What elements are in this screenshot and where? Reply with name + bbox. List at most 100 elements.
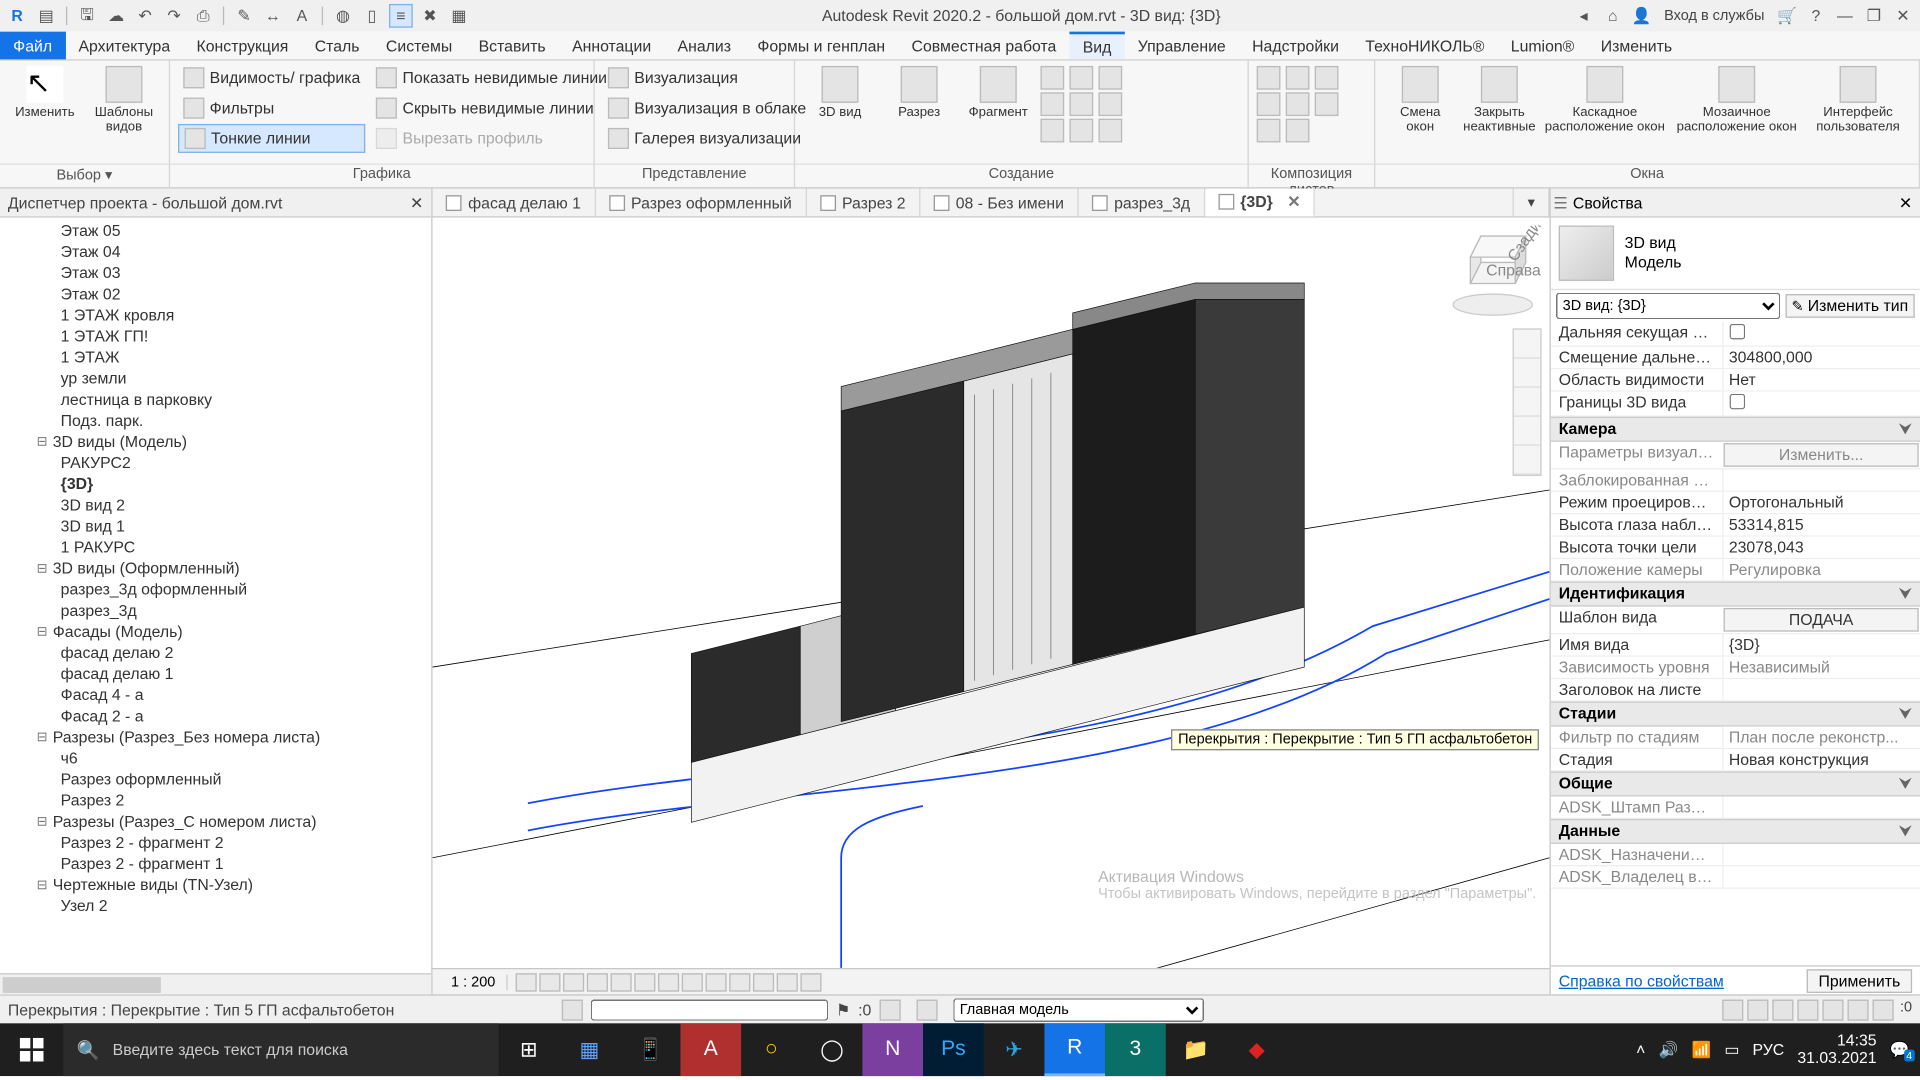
tree-item[interactable]: Подз. парк. <box>8 410 431 431</box>
scrollbar-thumb[interactable] <box>3 977 161 993</box>
sheet7-icon[interactable] <box>1315 66 1339 90</box>
3dsmax-icon[interactable]: 3 <box>1105 1023 1166 1076</box>
sheet3-icon[interactable] <box>1257 119 1281 143</box>
tree-category[interactable]: ⊟Фасады (Модель) <box>8 621 431 642</box>
tree-item[interactable]: Разрез оформленный <box>8 769 431 790</box>
filter-icon[interactable] <box>1872 999 1893 1020</box>
duplicate-icon[interactable] <box>1069 66 1093 90</box>
analytic-icon[interactable] <box>753 973 774 991</box>
tree-item[interactable]: 1 ЭТАЖ <box>8 347 431 368</box>
expand-icon[interactable]: ⮟ <box>1899 822 1912 842</box>
prop-value[interactable]: Новая конструкция <box>1722 749 1920 770</box>
sheet6-icon[interactable] <box>1286 119 1310 143</box>
sheet8-icon[interactable] <box>1315 92 1339 116</box>
expand-icon[interactable]: ⊟ <box>34 435 50 450</box>
taskview-icon[interactable]: ⊞ <box>498 1023 559 1076</box>
tree-item[interactable]: Этаж 03 <box>8 262 431 283</box>
prop-group-header[interactable]: Общие⮟ <box>1551 771 1920 796</box>
menu-конструкция[interactable]: Конструкция <box>183 32 301 60</box>
lookat-icon[interactable] <box>1514 446 1540 475</box>
sheet2-icon[interactable] <box>1257 92 1281 116</box>
window-restore-icon[interactable]: ❐ <box>1862 4 1886 28</box>
view-tab[interactable]: {3D}✕ <box>1205 189 1315 217</box>
scale-label[interactable]: 1 : 200 <box>440 974 507 990</box>
render-button[interactable]: Визуализация <box>603 63 812 92</box>
tray-wifi-icon[interactable]: 📶 <box>1691 1040 1711 1058</box>
tree-item[interactable]: фасад делаю 1 <box>8 663 431 684</box>
prop-value[interactable] <box>1722 322 1920 346</box>
select-face-icon[interactable] <box>1797 999 1818 1020</box>
tree-item[interactable]: РАКУРС2 <box>8 452 431 473</box>
editable-icon[interactable] <box>879 999 900 1020</box>
align-icon[interactable]: ↔ <box>261 4 285 28</box>
switch-icon[interactable]: ▦ <box>447 4 471 28</box>
workset-icon[interactable] <box>562 999 583 1020</box>
close-icon[interactable]: ✕ <box>1287 193 1300 211</box>
menu-надстройки[interactable]: Надстройки <box>1239 32 1352 60</box>
save-icon[interactable]: 🖫 <box>75 4 99 28</box>
thinlines-button[interactable]: Тонкие линии <box>178 124 366 153</box>
menu-вид[interactable]: Вид <box>1070 32 1125 60</box>
tray-clock[interactable]: 14:35 31.03.2021 <box>1797 1033 1876 1067</box>
tile-button[interactable]: Мозаичное расположение окон <box>1673 63 1800 158</box>
viewcube[interactable]: Справа Сзади <box>1444 225 1542 323</box>
menu-формы и генплан[interactable]: Формы и генплан <box>744 32 898 60</box>
expand-icon[interactable]: ⊟ <box>34 814 50 829</box>
shadows-icon[interactable] <box>586 973 607 991</box>
cascade-button[interactable]: Каскадное расположение окон <box>1542 63 1669 158</box>
panel-label[interactable]: Выбор ▾ <box>0 164 169 188</box>
constraints-icon[interactable] <box>800 973 821 991</box>
revit-icon[interactable]: R <box>1044 1023 1105 1076</box>
prop-group-header[interactable]: Идентификация⮟ <box>1551 582 1920 607</box>
prop-group-header[interactable]: Стадии⮟ <box>1551 702 1920 727</box>
closehidden-icon[interactable]: ✖ <box>418 4 442 28</box>
onenote-icon[interactable]: N <box>862 1023 923 1076</box>
start-button[interactable] <box>0 1023 63 1076</box>
viewtemplates-button[interactable]: Шаблоны видов <box>87 63 161 158</box>
reveal-icon[interactable] <box>729 973 750 991</box>
modify-button[interactable]: ↖ Изменить <box>8 63 82 158</box>
tree-item[interactable]: Разрез 2 - фрагмент 2 <box>8 832 431 853</box>
tree-item[interactable]: ч6 <box>8 748 431 769</box>
tree-category[interactable]: ⊟3D виды (Оформленный) <box>8 558 431 579</box>
visualstyle-icon[interactable] <box>539 973 560 991</box>
window-minimize-icon[interactable]: — <box>1833 4 1857 28</box>
yandex-icon[interactable]: ○ <box>741 1023 802 1076</box>
infocenter-icon[interactable]: ◂ <box>1572 4 1596 28</box>
browser-scrollbar[interactable] <box>0 973 431 994</box>
closeinactive-button[interactable]: Закрыть неактивные <box>1462 63 1536 158</box>
tree-item[interactable]: Разрез 2 <box>8 790 431 811</box>
project-browser-tree[interactable]: Этаж 05Этаж 04Этаж 03Этаж 021 ЭТАЖ кровл… <box>0 218 431 974</box>
tree-item[interactable]: Фасад 2 - а <box>8 706 431 727</box>
view-tab[interactable]: Разрез 2 <box>806 189 920 217</box>
temphide-icon[interactable] <box>705 973 726 991</box>
drag-icon[interactable] <box>1822 999 1843 1020</box>
ui-button[interactable]: Интерфейс пользователя <box>1805 63 1910 158</box>
cloudrender-button[interactable]: Визуализация в облаке <box>603 94 812 123</box>
help-icon[interactable]: ? <box>1804 4 1828 28</box>
prop-value[interactable] <box>1722 679 1920 700</box>
expand-icon[interactable]: ⊟ <box>34 561 50 576</box>
prop-value[interactable]: ПОДАЧА <box>1724 608 1919 632</box>
prop-value[interactable]: {3D} <box>1722 634 1920 655</box>
open-icon[interactable]: ▤ <box>34 4 58 28</box>
tree-item[interactable]: 3D вид 2 <box>8 495 431 516</box>
switchwindows-button[interactable]: Смена окон <box>1383 63 1457 158</box>
tree-category[interactable]: ⊟Разрезы (Разрез_Без номера листа) <box>8 727 431 748</box>
expand-icon[interactable]: ⊟ <box>34 624 50 639</box>
sheet1-icon[interactable] <box>1257 66 1281 90</box>
expand-icon[interactable]: ⮟ <box>1899 704 1912 724</box>
detail-level-icon[interactable] <box>515 973 536 991</box>
appstore-icon[interactable]: 🛒 <box>1775 4 1799 28</box>
menu-анализ[interactable]: Анализ <box>664 32 744 60</box>
default3d-icon[interactable]: ◍ <box>331 4 355 28</box>
cropregion-icon[interactable] <box>658 973 679 991</box>
close-icon[interactable]: ✕ <box>410 193 423 211</box>
sync-icon[interactable]: ☁ <box>104 4 128 28</box>
properties-help-link[interactable]: Справка по свойствам <box>1559 971 1724 989</box>
properties-grid[interactable]: Дальняя секущая ВклСмещение дальнего ...… <box>1551 322 1920 966</box>
expand-icon[interactable]: ⊟ <box>34 730 50 745</box>
menu-сталь[interactable]: Сталь <box>302 32 373 60</box>
expand-icon[interactable]: ⊟ <box>34 878 50 893</box>
prop-group-header[interactable]: Камера⮟ <box>1551 417 1920 442</box>
